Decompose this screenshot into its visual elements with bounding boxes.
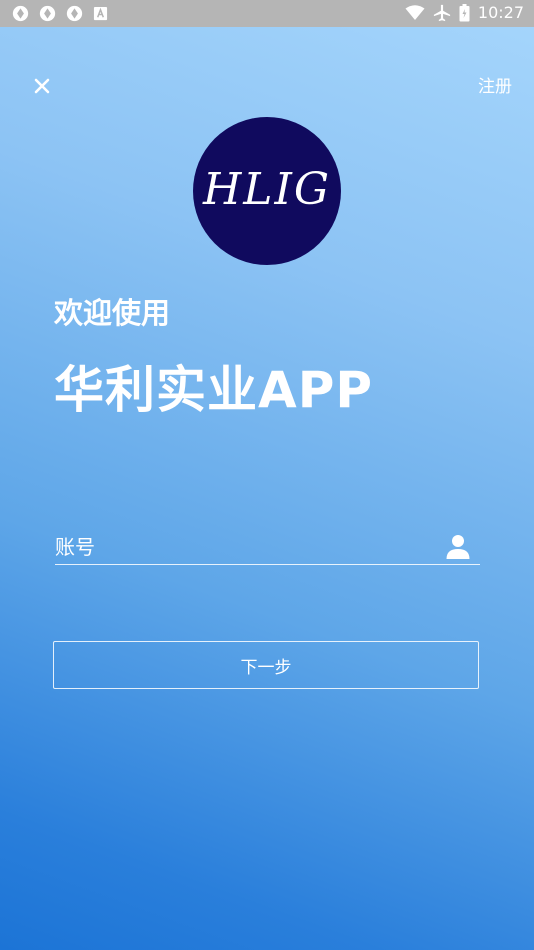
status-system-icons: 10:27 (405, 3, 524, 22)
next-button[interactable]: 下一步 (53, 641, 479, 689)
airplane-icon (433, 4, 450, 21)
aperture-icon (66, 5, 83, 22)
aperture-icon (12, 5, 29, 22)
welcome-text: 欢迎使用 (54, 296, 171, 330)
logo-text: HLIG (202, 163, 332, 215)
a-box-icon (93, 6, 108, 21)
account-input[interactable] (55, 532, 435, 562)
next-button-label: 下一步 (240, 657, 292, 678)
user-icon (446, 535, 470, 559)
status-notification-icons (12, 5, 108, 22)
app-title: 华利实业APP (54, 361, 373, 419)
status-bar: 10:27 (0, 0, 534, 27)
status-clock: 10:27 (477, 3, 524, 22)
account-field (55, 528, 480, 565)
battery-icon (459, 3, 470, 21)
aperture-icon (39, 5, 56, 22)
close-icon (34, 78, 50, 94)
register-link[interactable]: 注册 (478, 72, 512, 97)
wifi-icon (405, 4, 425, 20)
close-button[interactable] (30, 74, 54, 98)
app-logo: HLIG (193, 117, 341, 265)
